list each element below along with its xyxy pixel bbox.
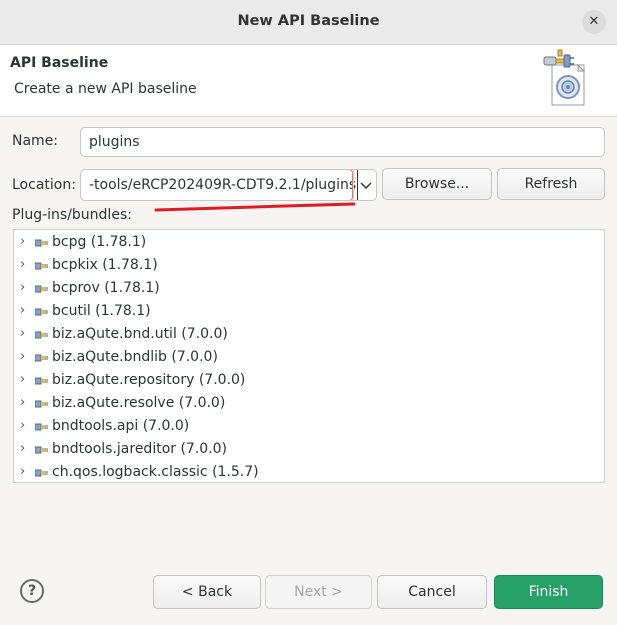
help-icon[interactable]: ? [20,579,44,603]
bundles-tree[interactable]: › bcpg (1.78.1) › bcpkix (1.78.1) › bcpr… [13,229,605,483]
bundle-name: biz.aQute.bndlib (7.0.0) [52,349,218,365]
api-baseline-wizard-icon [543,49,586,106]
browse-button[interactable]: Browse... [382,168,492,200]
plugin-icon [35,285,48,293]
bundle-name: bndtools.jareditor (7.0.0) [52,441,228,457]
chevron-right-icon[interactable]: › [20,234,25,249]
plugin-icon [35,446,48,454]
tree-row[interactable]: › bcutil (1.78.1) [14,301,604,324]
tree-row[interactable]: › bcpkix (1.78.1) [14,255,604,278]
bundle-name: biz.aQute.bnd.util (7.0.0) [52,326,228,342]
chevron-right-icon[interactable]: › [20,418,25,433]
bundle-name: biz.aQute.resolve (7.0.0) [52,395,226,411]
bundles-label: Plug-ins/bundles: [12,207,132,223]
chevron-right-icon[interactable]: › [20,395,25,410]
tree-row[interactable]: › bcpg (1.78.1) [14,232,604,255]
name-input[interactable]: plugins [80,127,605,157]
tree-row[interactable]: › bndtools.jareditor (7.0.0) [14,439,604,462]
tree-row[interactable]: › biz.aQute.bnd.util (7.0.0) [14,324,604,347]
red-underline-annotation [154,202,356,212]
bundle-name: bndtools.api (7.0.0) [52,418,190,434]
bundle-name: biz.aQute.repository (7.0.0) [52,372,246,388]
chevron-right-icon[interactable]: › [20,280,25,295]
plugin-icon [35,400,48,408]
tree-row[interactable]: › biz.aQute.resolve (7.0.0) [14,393,604,416]
plugin-icon [35,354,48,362]
chevron-right-icon[interactable]: › [20,441,25,456]
chevron-right-icon[interactable]: › [20,464,25,479]
location-label: Location: [12,177,76,193]
bundle-name: bcpg (1.78.1) [52,234,147,250]
location-dropdown-button[interactable] [353,170,376,200]
location-combo[interactable]: -tools/eRCP202409R-CDT9.2.1/plugins [80,169,377,201]
bundle-name: ch.qos.logback.classic (1.5.7) [52,464,259,480]
wizard-description: Create a new API baseline [14,81,197,97]
bundle-name: bcutil (1.78.1) [52,303,151,319]
tree-row[interactable]: › bndtools.api (7.0.0) [14,416,604,439]
plugin-icon [35,308,48,316]
chevron-down-icon [360,182,372,190]
back-button[interactable]: < Back [153,575,261,609]
wizard-banner: API Baseline Create a new API baseline [0,45,617,117]
plugin-icon [35,469,48,477]
plugin-icon [35,239,48,247]
wizard-heading: API Baseline [10,55,109,71]
plugin-icon [35,331,48,339]
close-button[interactable]: ✕ [582,10,606,34]
chevron-right-icon[interactable]: › [20,349,25,364]
tree-row[interactable]: › ch.qos.logback.classic (1.5.7) [14,462,604,482]
chevron-right-icon[interactable]: › [20,257,25,272]
cancel-button[interactable]: Cancel [377,575,487,609]
chevron-right-icon[interactable]: › [20,326,25,341]
tree-row[interactable]: › biz.aQute.repository (7.0.0) [14,370,604,393]
window-title: New API Baseline [237,13,380,29]
refresh-button[interactable]: Refresh [497,168,605,200]
bundle-name: bcprov (1.78.1) [52,280,160,296]
next-button[interactable]: Next > [265,575,372,609]
plugin-icon [35,262,48,270]
title-bar: New API Baseline ✕ [0,0,617,45]
name-label: Name: [12,133,59,149]
location-input-highlight [81,170,353,200]
plugin-icon [35,377,48,385]
chevron-right-icon[interactable]: › [20,372,25,387]
finish-button[interactable]: Finish [494,575,603,609]
tree-row[interactable]: › bcprov (1.78.1) [14,278,604,301]
chevron-right-icon[interactable]: › [20,303,25,318]
plugin-icon [35,423,48,431]
tree-row[interactable]: › biz.aQute.bndlib (7.0.0) [14,347,604,370]
bundle-name: bcpkix (1.78.1) [52,257,158,273]
